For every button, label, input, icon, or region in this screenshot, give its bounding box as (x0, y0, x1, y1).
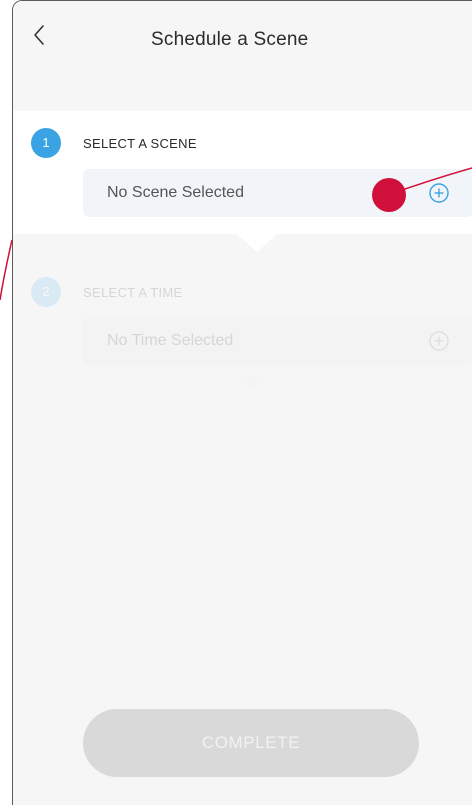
plus-circle-icon[interactable] (427, 181, 451, 205)
chevron-left-icon (34, 25, 44, 45)
step-pointer (237, 234, 277, 252)
scene-selector-value: No Scene Selected (107, 184, 244, 201)
header: Schedule a Scene (13, 1, 472, 79)
step-label: SELECT A SCENE (83, 136, 197, 151)
phone-frame: Schedule a Scene 1 SELECT A SCENE No Sce… (12, 0, 472, 805)
complete-button[interactable]: COMPLETE (83, 709, 419, 777)
step-number-badge: 1 (31, 128, 61, 158)
plus-circle-icon[interactable] (427, 329, 451, 353)
scene-selector[interactable]: No Scene Selected (83, 169, 472, 217)
back-button[interactable] (27, 19, 55, 51)
time-selector[interactable]: No Time Selected (83, 317, 472, 365)
step-label: SELECT A TIME (83, 285, 183, 300)
step-pointer (237, 377, 265, 389)
step-number-badge: 2 (31, 277, 61, 307)
step-select-scene: 1 SELECT A SCENE No Scene Selected (13, 111, 472, 234)
page-title: Schedule a Scene (151, 29, 309, 50)
callout-line (0, 239, 13, 301)
step-select-time: 2 SELECT A TIME No Time Selected (13, 271, 472, 391)
time-selector-value: No Time Selected (107, 332, 234, 349)
